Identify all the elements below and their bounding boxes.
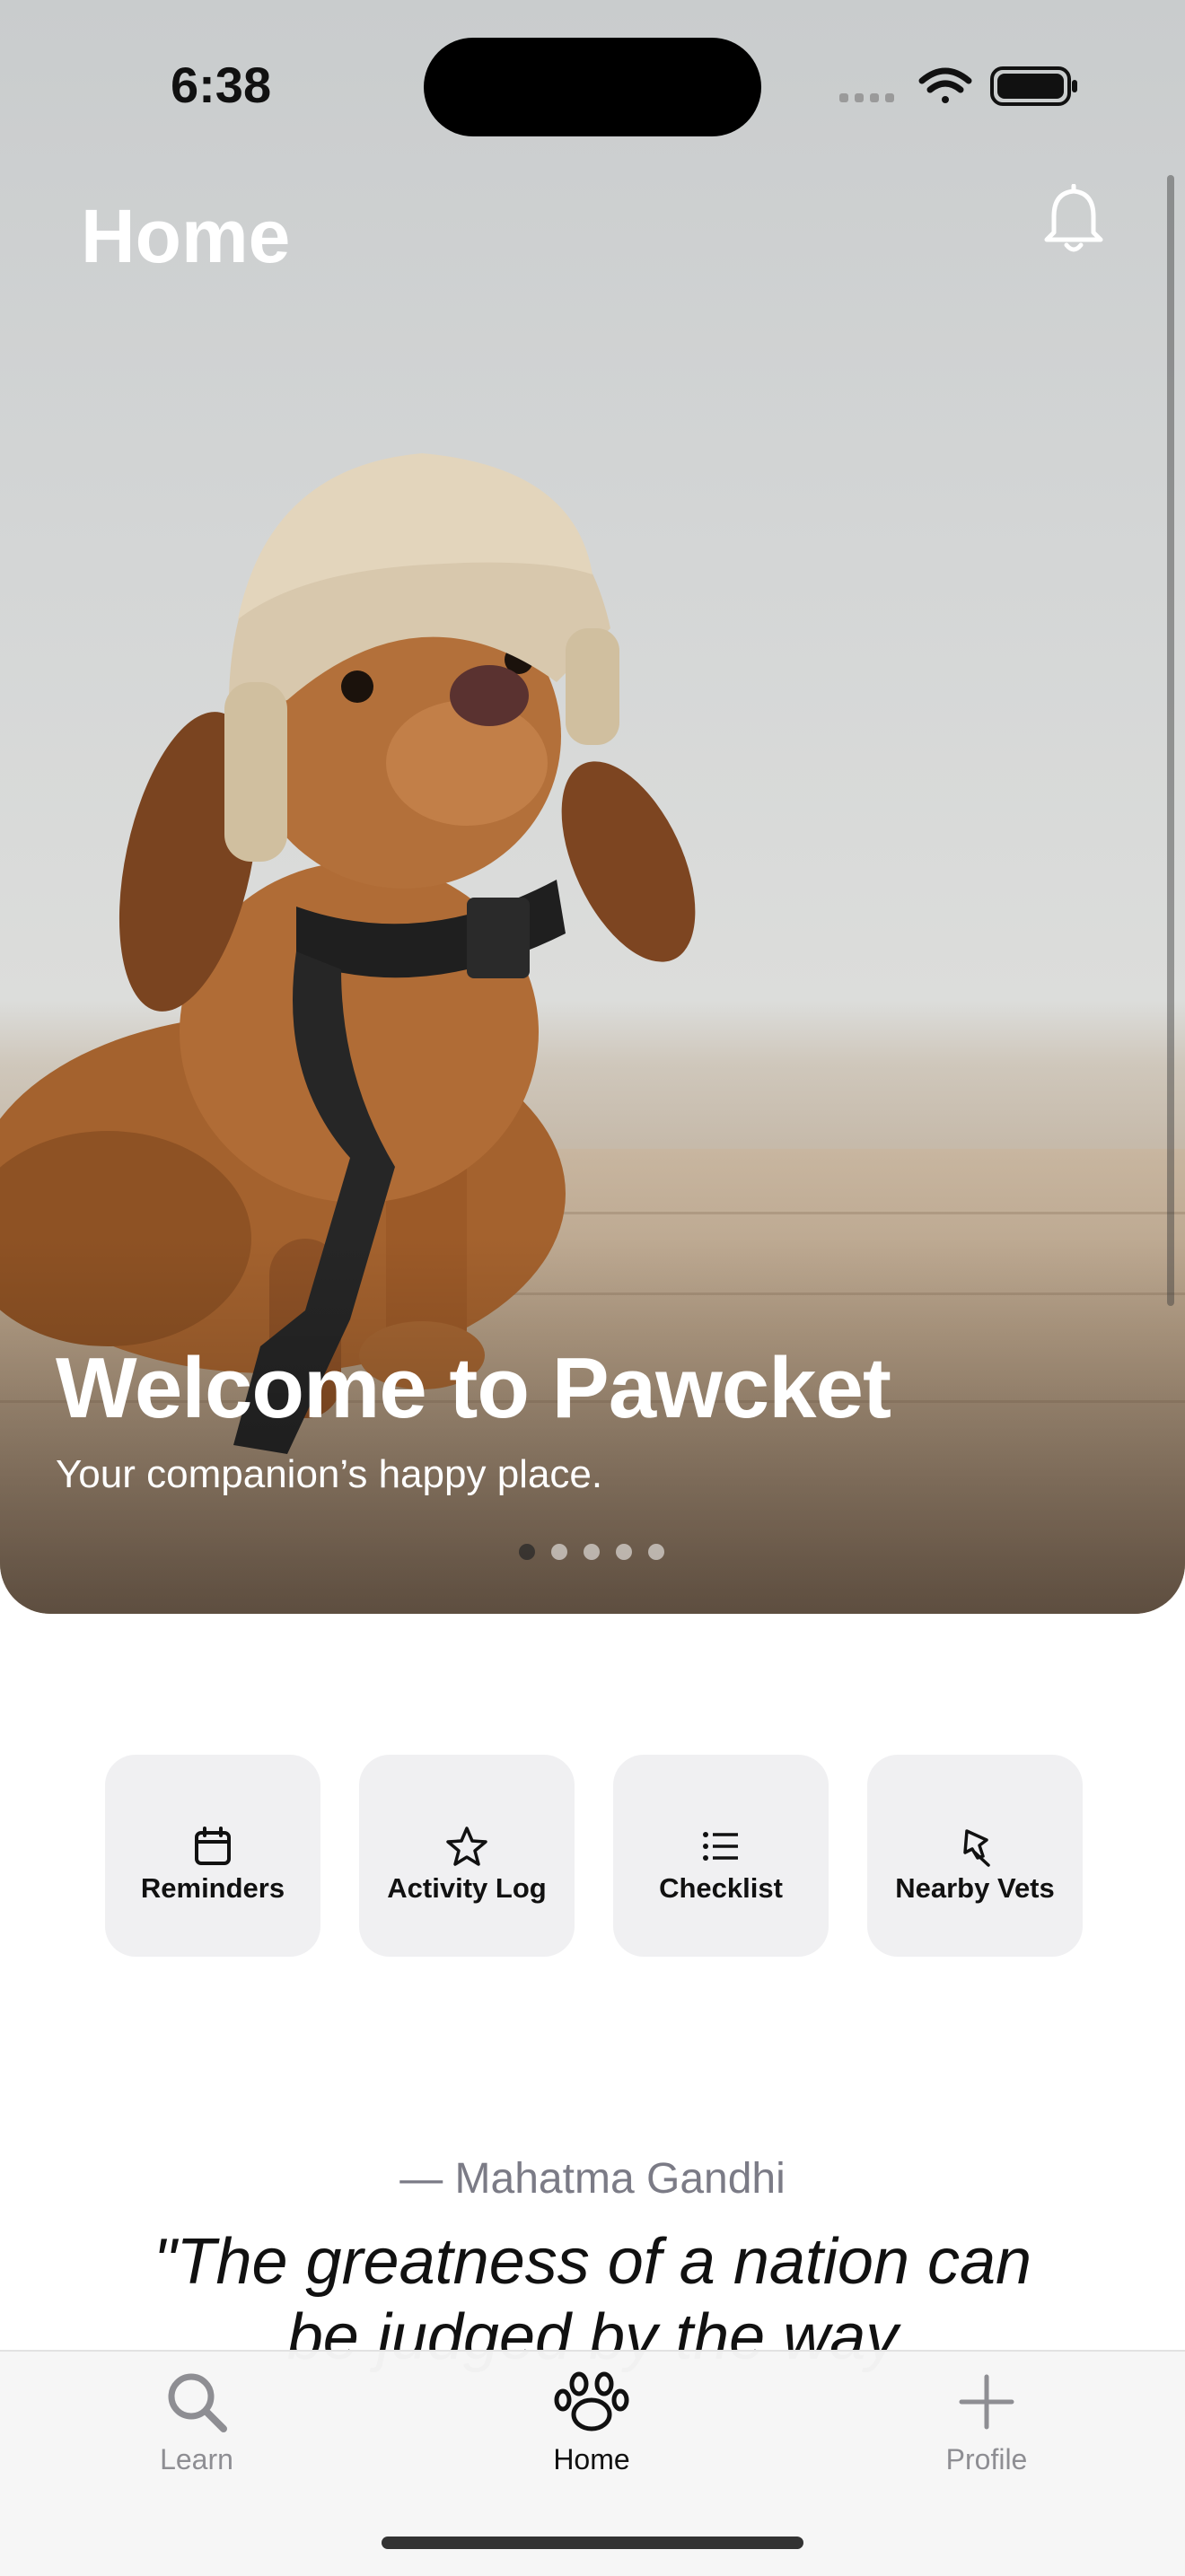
pin-icon (963, 1828, 990, 1867)
carousel-dot[interactable] (648, 1544, 664, 1560)
status-time: 6:38 (171, 57, 272, 113)
tab-learn[interactable]: Learn (98, 2370, 295, 2476)
signal-icon (839, 93, 894, 102)
hero-title: Welcome to Pawcket (56, 1340, 891, 1436)
tab-profile-label: Profile (945, 2443, 1028, 2475)
tab-home-label: Home (553, 2443, 630, 2475)
plus-icon (959, 2374, 1014, 2430)
carousel-dot[interactable] (551, 1544, 567, 1560)
star-icon (446, 1826, 487, 1866)
page-title: Home (81, 194, 291, 278)
activity-log-button[interactable]: Activity Log (359, 1755, 575, 1957)
battery-icon (990, 66, 1077, 106)
calendar-icon (195, 1826, 231, 1865)
nearby-vets-button[interactable]: Nearby Vets (867, 1755, 1083, 1957)
paw-icon (554, 2371, 629, 2431)
search-icon (168, 2373, 227, 2432)
status-icons (839, 66, 1077, 106)
list-icon (703, 1831, 738, 1861)
nearby-vets-label: Nearby Vets (895, 1871, 1055, 1904)
checklist-label: Checklist (659, 1871, 783, 1904)
quote-author: — Mahatma Gandhi (399, 2155, 786, 2203)
activity-log-label: Activity Log (387, 1871, 547, 1904)
bell-icon[interactable] (1041, 184, 1106, 256)
wifi-icon (918, 67, 972, 103)
home-indicator[interactable] (382, 2537, 803, 2549)
reminders-button[interactable]: Reminders (105, 1755, 320, 1957)
carousel-dots[interactable] (519, 1544, 664, 1560)
tab-home[interactable]: Home (493, 2370, 690, 2476)
scroll-indicator[interactable] (1167, 175, 1174, 1306)
hero-subtitle: Your companion’s happy place. (56, 1452, 603, 1496)
checklist-button[interactable]: Checklist (613, 1755, 829, 1957)
tab-learn-label: Learn (160, 2443, 233, 2475)
quick-actions: Reminders Activity Log Checklist Nearby … (105, 1755, 1083, 1957)
tab-profile[interactable]: Profile (888, 2370, 1085, 2476)
carousel-dot[interactable] (616, 1544, 632, 1560)
carousel-dot[interactable] (519, 1544, 535, 1560)
carousel-dot[interactable] (584, 1544, 600, 1560)
dynamic-island (424, 38, 761, 136)
reminders-label: Reminders (140, 1871, 285, 1904)
